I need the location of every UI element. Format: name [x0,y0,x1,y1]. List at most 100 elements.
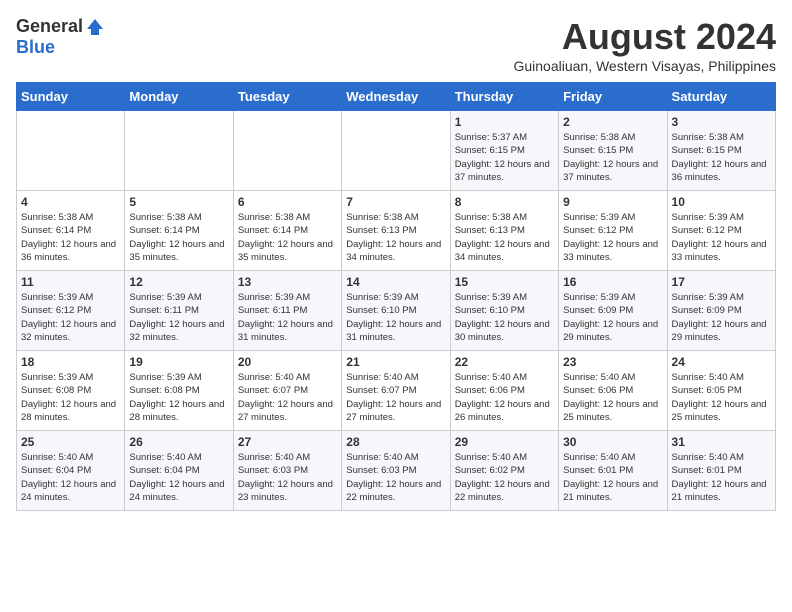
weekday-header-thursday: Thursday [450,83,558,111]
day-number: 11 [21,275,120,289]
calendar-cell: 26 Sunrise: 5:40 AM Sunset: 6:04 PM Dayli… [125,431,233,511]
title-area: August 2024 Guinoaliuan, Western Visayas… [513,16,776,74]
calendar-cell [125,111,233,191]
calendar-cell: 24Sunrise: 5:40 AM Sunset: 6:05 PM Dayli… [667,351,775,431]
day-number: 28 [346,435,445,449]
calendar-cell: 6 Sunrise: 5:38 AM Sunset: 6:14 PM Daylig… [233,191,341,271]
calendar-cell: 15 Sunrise: 5:39 AM Sunset: 6:10 PM Dayli… [450,271,558,351]
day-content: Sunrise: 5:38 AM Sunset: 6:15 PM Dayligh… [563,131,662,184]
logo: General Blue [16,16,105,58]
calendar-cell: 13 Sunrise: 5:39 AM Sunset: 6:11 PM Dayli… [233,271,341,351]
calendar-cell: 4 Sunrise: 5:38 AM Sunset: 6:14 PM Daylig… [17,191,125,271]
calendar-cell: 5 Sunrise: 5:38 AM Sunset: 6:14 PM Daylig… [125,191,233,271]
calendar-cell: 23Sunrise: 5:40 AM Sunset: 6:06 PM Dayli… [559,351,667,431]
day-number: 29 [455,435,554,449]
weekday-header-wednesday: Wednesday [342,83,450,111]
calendar-week-5: 25Sunrise: 5:40 AM Sunset: 6:04 PM Dayli… [17,431,776,511]
calendar-cell: 27 Sunrise: 5:40 AM Sunset: 6:03 PM Dayli… [233,431,341,511]
calendar-cell: 8 Sunrise: 5:38 AM Sunset: 6:13 PM Daylig… [450,191,558,271]
day-content: Sunrise: 5:38 AM Sunset: 6:15 PM Dayligh… [672,131,771,184]
day-number: 7 [346,195,445,209]
day-content: Sunrise: 5:38 AM Sunset: 6:14 PM Dayligh… [238,211,337,264]
calendar-week-2: 4 Sunrise: 5:38 AM Sunset: 6:14 PM Daylig… [17,191,776,271]
calendar-cell [342,111,450,191]
day-content: Sunrise: 5:38 AM Sunset: 6:13 PM Dayligh… [455,211,554,264]
day-number: 8 [455,195,554,209]
day-number: 3 [672,115,771,129]
calendar-cell: 22Sunrise: 5:40 AM Sunset: 6:06 PM Dayli… [450,351,558,431]
day-number: 1 [455,115,554,129]
day-content: Sunrise: 5:40 AM Sunset: 6:04 PM Dayligh… [21,451,120,504]
day-number: 17 [672,275,771,289]
calendar-cell: 11 Sunrise: 5:39 AM Sunset: 6:12 PM Dayli… [17,271,125,351]
day-number: 18 [21,355,120,369]
day-content: Sunrise: 5:40 AM Sunset: 6:07 PM Dayligh… [346,371,445,424]
calendar-cell [233,111,341,191]
day-content: Sunrise: 5:40 AM Sunset: 6:06 PM Dayligh… [455,371,554,424]
day-content: Sunrise: 5:39 AM Sunset: 6:08 PM Dayligh… [21,371,120,424]
calendar-cell: 12Sunrise: 5:39 AM Sunset: 6:11 PM Dayli… [125,271,233,351]
weekday-row: SundayMondayTuesdayWednesdayThursdayFrid… [17,83,776,111]
day-content: Sunrise: 5:40 AM Sunset: 6:07 PM Dayligh… [238,371,337,424]
day-content: Sunrise: 5:38 AM Sunset: 6:14 PM Dayligh… [21,211,120,264]
day-number: 26 [129,435,228,449]
calendar-cell: 19Sunrise: 5:39 AM Sunset: 6:08 PM Dayli… [125,351,233,431]
calendar-header: SundayMondayTuesdayWednesdayThursdayFrid… [17,83,776,111]
day-number: 15 [455,275,554,289]
day-content: Sunrise: 5:39 AM Sunset: 6:10 PM Dayligh… [455,291,554,344]
day-number: 5 [129,195,228,209]
day-content: Sunrise: 5:38 AM Sunset: 6:14 PM Dayligh… [129,211,228,264]
day-content: Sunrise: 5:38 AM Sunset: 6:13 PM Dayligh… [346,211,445,264]
calendar-week-3: 11 Sunrise: 5:39 AM Sunset: 6:12 PM Dayli… [17,271,776,351]
weekday-header-friday: Friday [559,83,667,111]
calendar-cell: 3 Sunrise: 5:38 AM Sunset: 6:15 PM Daylig… [667,111,775,191]
day-number: 19 [129,355,228,369]
day-number: 24 [672,355,771,369]
calendar-cell: 16 Sunrise: 5:39 AM Sunset: 6:09 PM Dayli… [559,271,667,351]
month-title: August 2024 [513,16,776,58]
day-content: Sunrise: 5:39 AM Sunset: 6:09 PM Dayligh… [563,291,662,344]
day-content: Sunrise: 5:40 AM Sunset: 6:04 PM Dayligh… [129,451,228,504]
weekday-header-monday: Monday [125,83,233,111]
day-number: 9 [563,195,662,209]
day-content: Sunrise: 5:39 AM Sunset: 6:11 PM Dayligh… [238,291,337,344]
day-content: Sunrise: 5:39 AM Sunset: 6:10 PM Dayligh… [346,291,445,344]
weekday-header-sunday: Sunday [17,83,125,111]
weekday-header-tuesday: Tuesday [233,83,341,111]
day-number: 20 [238,355,337,369]
day-number: 27 [238,435,337,449]
day-number: 30 [563,435,662,449]
page-header: General Blue August 2024 Guinoaliuan, We… [16,16,776,74]
day-content: Sunrise: 5:39 AM Sunset: 6:12 PM Dayligh… [672,211,771,264]
calendar-table: SundayMondayTuesdayWednesdayThursdayFrid… [16,82,776,511]
day-content: Sunrise: 5:40 AM Sunset: 6:02 PM Dayligh… [455,451,554,504]
calendar-cell: 21Sunrise: 5:40 AM Sunset: 6:07 PM Dayli… [342,351,450,431]
calendar-cell: 2 Sunrise: 5:38 AM Sunset: 6:15 PM Daylig… [559,111,667,191]
day-content: Sunrise: 5:39 AM Sunset: 6:09 PM Dayligh… [672,291,771,344]
calendar-body: 1Sunrise: 5:37 AM Sunset: 6:15 PM Daylig… [17,111,776,511]
day-number: 16 [563,275,662,289]
day-number: 13 [238,275,337,289]
day-number: 14 [346,275,445,289]
day-number: 6 [238,195,337,209]
calendar-cell: 20 Sunrise: 5:40 AM Sunset: 6:07 PM Dayli… [233,351,341,431]
calendar-cell: 25Sunrise: 5:40 AM Sunset: 6:04 PM Dayli… [17,431,125,511]
day-content: Sunrise: 5:40 AM Sunset: 6:03 PM Dayligh… [238,451,337,504]
calendar-cell: 9Sunrise: 5:39 AM Sunset: 6:12 PM Daylig… [559,191,667,271]
weekday-header-saturday: Saturday [667,83,775,111]
logo-general-text: General [16,16,83,37]
day-number: 4 [21,195,120,209]
day-content: Sunrise: 5:40 AM Sunset: 6:01 PM Dayligh… [672,451,771,504]
calendar-cell: 14 Sunrise: 5:39 AM Sunset: 6:10 PM Dayli… [342,271,450,351]
day-number: 2 [563,115,662,129]
calendar-cell: 31Sunrise: 5:40 AM Sunset: 6:01 PM Dayli… [667,431,775,511]
calendar-cell: 28Sunrise: 5:40 AM Sunset: 6:03 PM Dayli… [342,431,450,511]
calendar-week-4: 18 Sunrise: 5:39 AM Sunset: 6:08 PM Dayli… [17,351,776,431]
day-number: 10 [672,195,771,209]
location-subtitle: Guinoaliuan, Western Visayas, Philippine… [513,58,776,74]
day-content: Sunrise: 5:39 AM Sunset: 6:12 PM Dayligh… [21,291,120,344]
day-content: Sunrise: 5:39 AM Sunset: 6:11 PM Dayligh… [129,291,228,344]
day-content: Sunrise: 5:40 AM Sunset: 6:01 PM Dayligh… [563,451,662,504]
calendar-cell: 17 Sunrise: 5:39 AM Sunset: 6:09 PM Dayli… [667,271,775,351]
logo-icon [85,17,105,37]
